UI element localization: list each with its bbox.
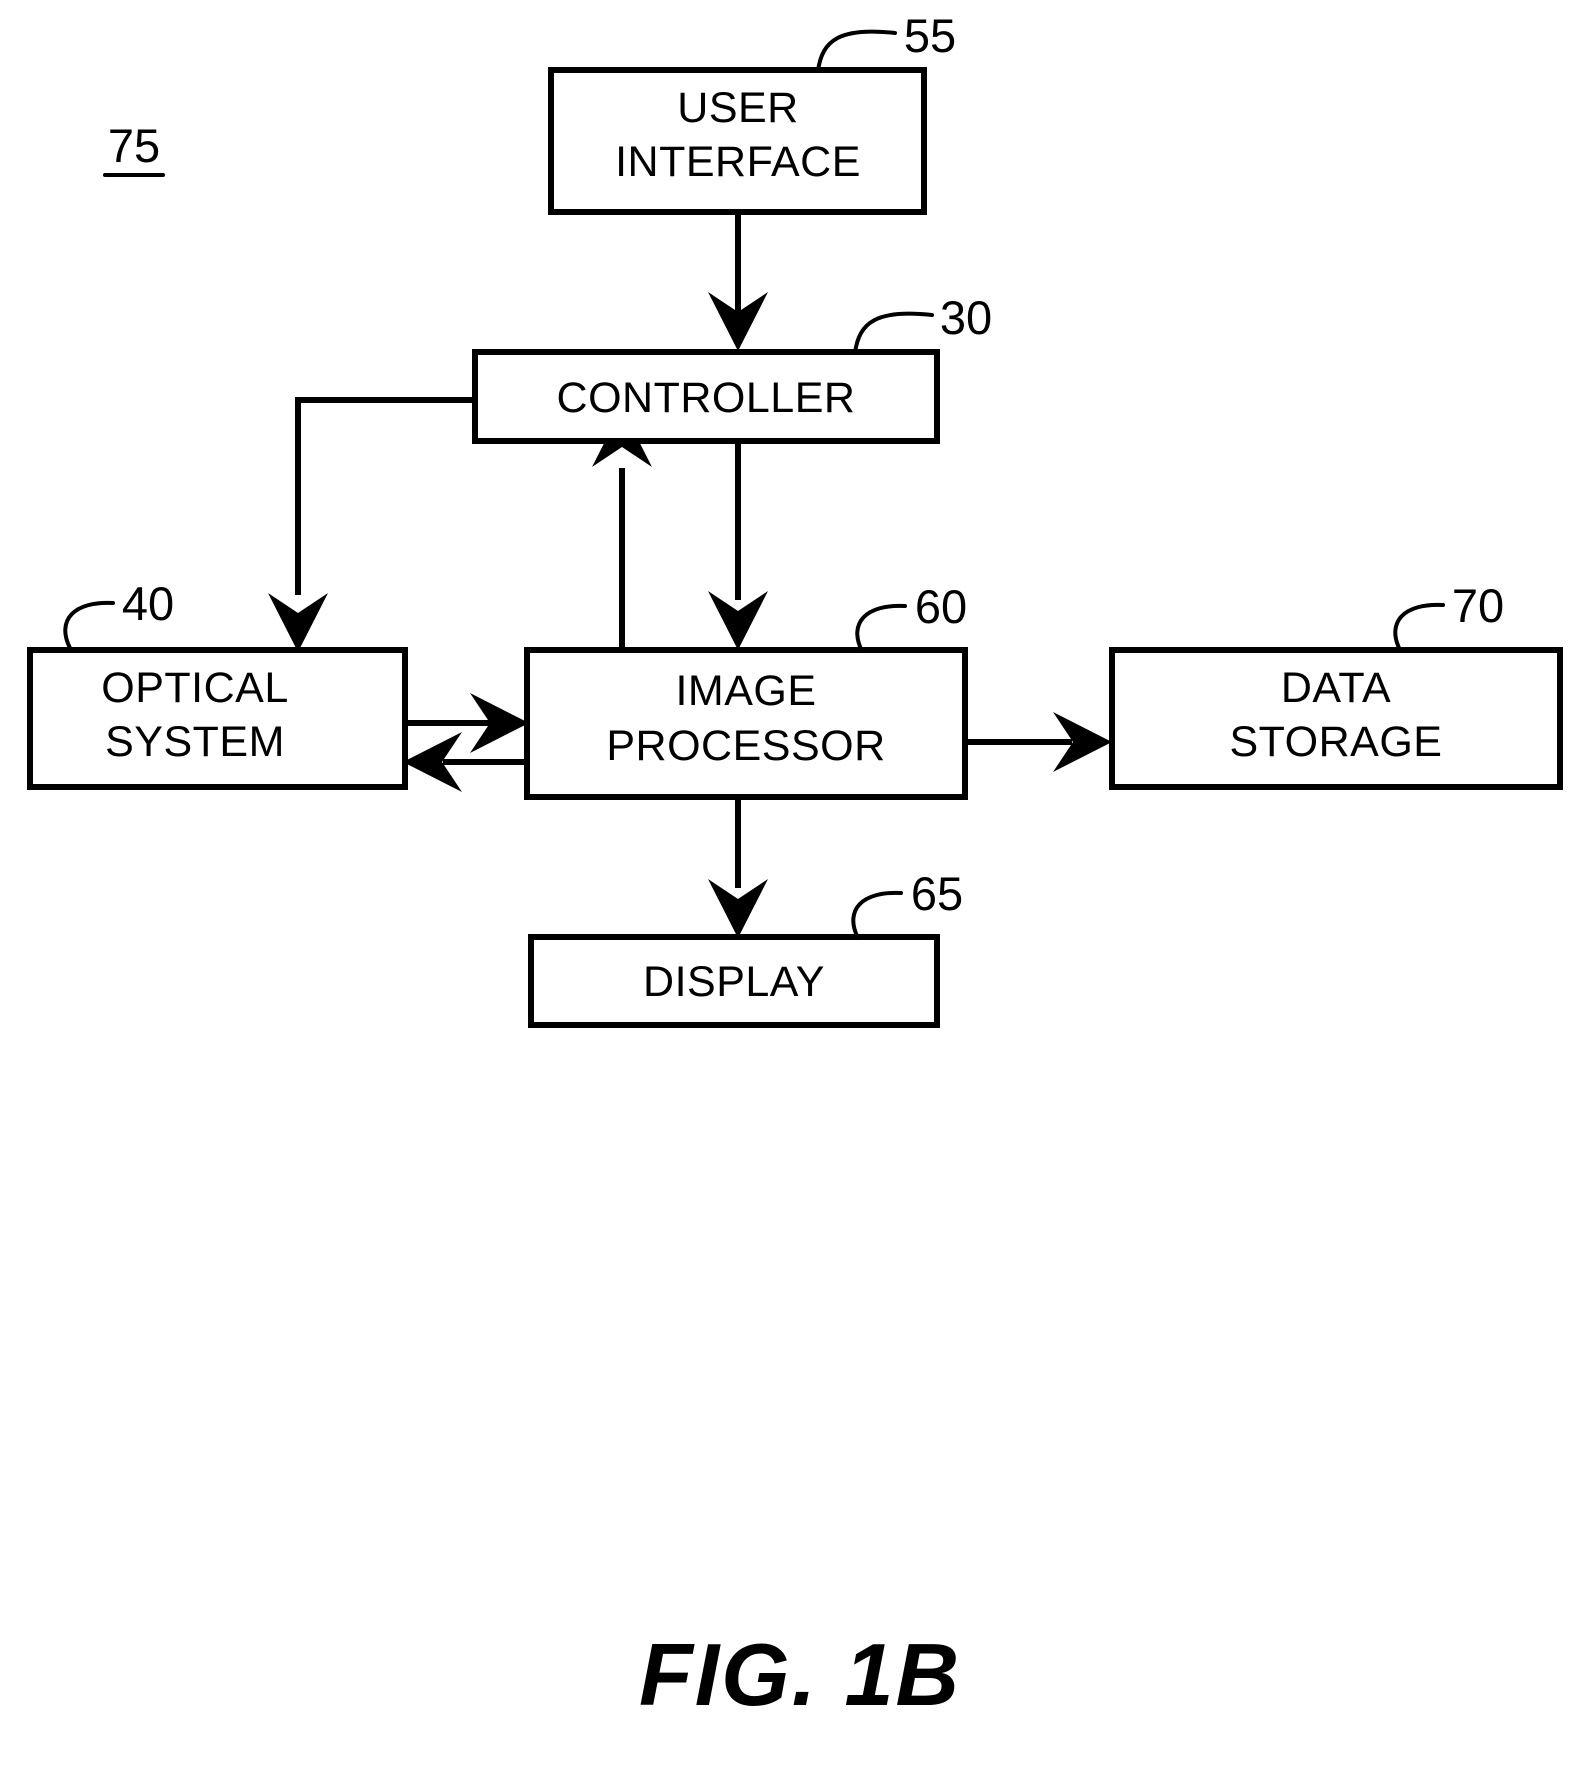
block-label-display: DISPLAY [643, 958, 825, 1006]
block-image-processor[interactable]: IMAGE PROCESSOR [524, 647, 968, 800]
system-reference-callout: 75 [103, 119, 165, 177]
reference-number-55: 55 [904, 9, 956, 62]
reference-callout-40: 40 [63, 577, 174, 650]
reference-number-60: 60 [915, 580, 967, 633]
block-label-image-processor-line2: PROCESSOR [606, 722, 885, 770]
block-label-user-interface-line2: INTERFACE [615, 138, 861, 186]
block-label-data-storage-line1: DATA [1281, 664, 1391, 712]
connector-processor-to-display [708, 797, 768, 938]
connector-processor-to-optical [403, 732, 527, 792]
reference-callout-60: 60 [855, 580, 967, 653]
block-label-user-interface-line1: USER [677, 84, 798, 132]
reference-callout-55: 55 [816, 9, 956, 73]
block-display[interactable]: DISPLAY [528, 934, 940, 1028]
reference-callout-65: 65 [851, 867, 963, 940]
block-controller[interactable]: CONTROLLER [472, 349, 940, 444]
connector-controller-to-processor [708, 441, 768, 650]
connector-controller-to-optical [268, 397, 475, 652]
connector-ui-to-controller [708, 212, 768, 351]
block-label-optical-system-line2: SYSTEM [105, 718, 285, 766]
reference-callout-70: 70 [1393, 579, 1504, 652]
reference-callout-30: 30 [853, 291, 992, 355]
block-label-image-processor-line1: IMAGE [675, 667, 816, 715]
block-diagram: USER INTERFACE 55 CONTROLLER 30 OPTICAL … [27, 9, 1563, 1724]
reference-number-40: 40 [122, 577, 174, 630]
block-optical-system[interactable]: OPTICAL SYSTEM [27, 647, 408, 790]
connector-processor-to-storage [965, 712, 1112, 772]
block-label-controller: CONTROLLER [557, 374, 856, 422]
block-data-storage[interactable]: DATA STORAGE [1109, 647, 1563, 790]
block-label-data-storage-line2: STORAGE [1230, 718, 1443, 766]
reference-number-30: 30 [940, 291, 992, 344]
reference-number-70: 70 [1452, 579, 1504, 632]
patent-figure: USER INTERFACE 55 CONTROLLER 30 OPTICAL … [0, 0, 1593, 1775]
system-reference-number: 75 [108, 119, 160, 172]
figure-caption: FIG. 1B [639, 1625, 961, 1724]
block-label-optical-system-line1: OPTICAL [101, 664, 289, 712]
block-user-interface[interactable]: USER INTERFACE [548, 67, 927, 215]
reference-number-65: 65 [911, 867, 963, 920]
connector-optical-to-processor [405, 693, 529, 753]
